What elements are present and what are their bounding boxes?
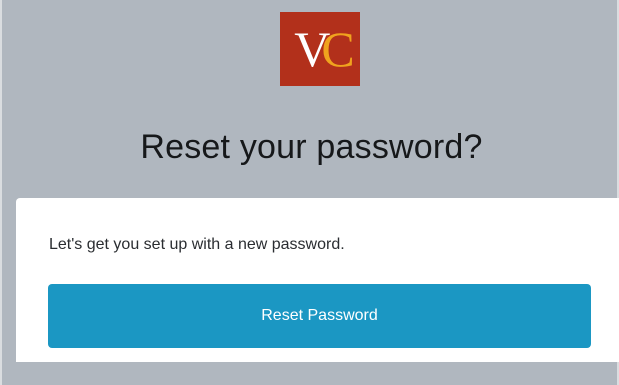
reset-card: Let's get you set up with a new password… — [16, 198, 619, 362]
vc-logo: V C — [280, 12, 360, 86]
card-message: Let's get you set up with a new password… — [49, 236, 345, 253]
logo-letter-c: C — [321, 21, 354, 77]
logo-letter-v: V — [294, 21, 330, 77]
reset-password-button[interactable]: Reset Password — [48, 284, 591, 348]
page-title: Reset your password? — [140, 128, 483, 166]
page-background: V C Reset your password? Let's get you s… — [0, 0, 619, 385]
